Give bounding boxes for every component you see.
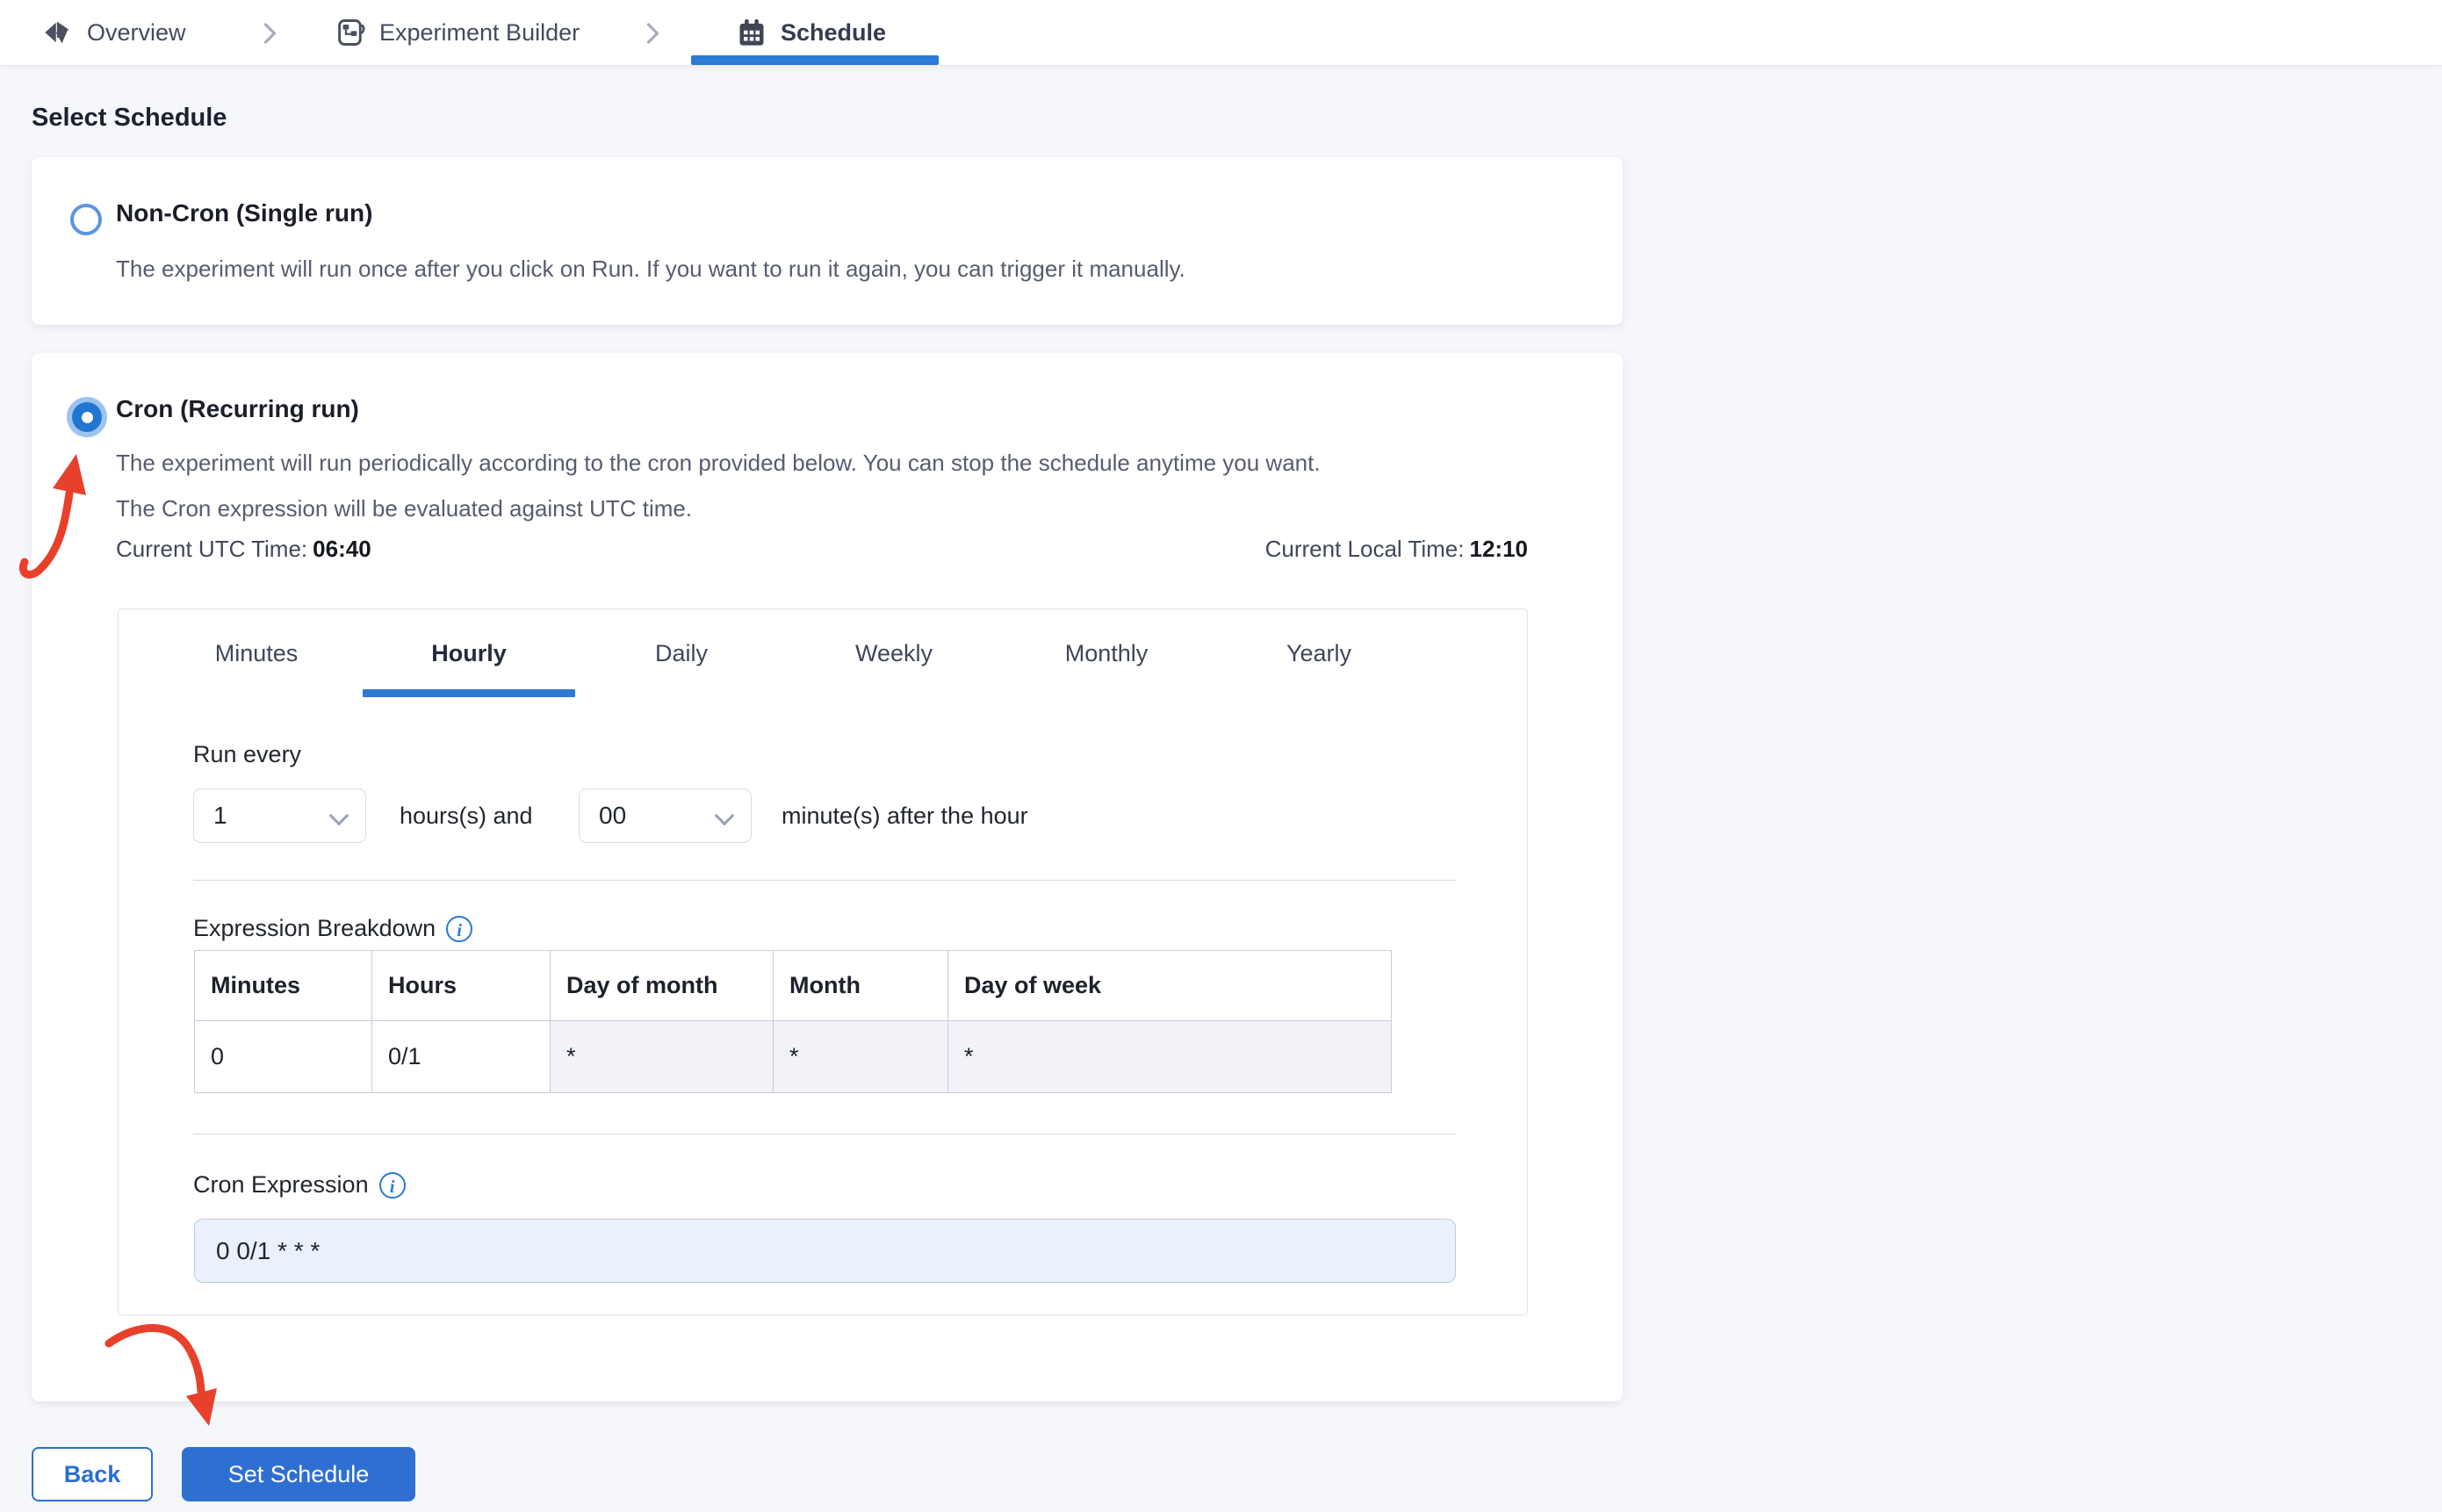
breakdown-day-of-month-value: * <box>550 1020 774 1093</box>
experiment-builder-icon <box>338 19 365 46</box>
expression-breakdown-table: Minutes Hours Day of month Month Day of … <box>194 950 1392 1093</box>
info-icon[interactable]: i <box>446 915 473 942</box>
table-header-row: Minutes Hours Day of month Month Day of … <box>194 950 1392 1021</box>
current-utc-time: Current UTC Time: 06:40 <box>116 536 371 562</box>
cron-scheduler-panel: Minutes Hourly Daily Weekly Monthly Year… <box>118 608 1528 1315</box>
tab-yearly[interactable]: Yearly <box>1213 609 1425 697</box>
column-header: Minutes <box>194 950 372 1021</box>
tab-daily[interactable]: Daily <box>575 609 788 697</box>
chevron-right-icon <box>646 23 659 44</box>
breakdown-month-value: * <box>773 1020 948 1093</box>
set-schedule-button[interactable]: Set Schedule <box>182 1447 415 1501</box>
expression-breakdown-label: Expression Breakdown i <box>193 915 473 942</box>
active-tab-underline <box>691 55 939 65</box>
time-row: Current UTC Time: 06:40 Current Local Tim… <box>116 536 1528 567</box>
hours-suffix-label: hours(s) and <box>400 803 533 829</box>
tab-monthly[interactable]: Monthly <box>1000 609 1213 697</box>
cron-description-2: The Cron expression will be evaluated ag… <box>116 495 693 522</box>
minutes-suffix-label: minute(s) after the hour <box>782 803 1028 829</box>
minutes-select-value: 00 <box>599 802 627 829</box>
section-divider <box>193 880 1456 881</box>
back-button[interactable]: Back <box>32 1447 153 1501</box>
table-row: 0 0/1 * * * <box>194 1020 1392 1093</box>
breadcrumb-overview-label: Overview <box>87 18 186 46</box>
column-header: Hours <box>371 950 551 1021</box>
tab-weekly[interactable]: Weekly <box>788 609 1000 697</box>
non-cron-description: The experiment will run once after you c… <box>116 256 1185 282</box>
schedule-page: Overview Experiment Builder Schedule Sel… <box>0 0 2442 1512</box>
tab-schedule-label: Schedule <box>781 18 887 46</box>
breakdown-day-of-week-value: * <box>947 1020 1392 1093</box>
cron-description-1: The experiment will run periodically acc… <box>116 450 1321 476</box>
cron-expression-label: Cron Expression i <box>193 1171 406 1199</box>
breadcrumb-overview[interactable]: Overview <box>42 0 186 65</box>
column-header: Day of week <box>947 950 1392 1021</box>
hours-select[interactable]: 1 <box>193 788 366 843</box>
utc-time-value: 06:40 <box>313 536 371 562</box>
column-header: Month <box>773 950 948 1021</box>
non-cron-radio[interactable] <box>70 204 102 235</box>
chevron-right-icon <box>263 23 277 44</box>
overview-icon <box>45 21 69 44</box>
cron-frequency-tabs: Minutes Hourly Daily Weekly Monthly Year… <box>150 609 1425 697</box>
non-cron-option-card: Non-Cron (Single run) The experiment wil… <box>32 157 1623 325</box>
cron-title: Cron (Recurring run) <box>116 395 359 422</box>
cron-radio[interactable] <box>67 397 107 437</box>
local-time-value: 12:10 <box>1469 536 1529 562</box>
breakdown-minutes-value: 0 <box>194 1020 372 1093</box>
hours-select-value: 1 <box>213 802 227 829</box>
non-cron-title: Non-Cron (Single run) <box>116 199 373 227</box>
run-every-label: Run every <box>193 741 302 767</box>
calendar-icon <box>739 18 764 46</box>
page-title: Select Schedule <box>32 104 227 132</box>
breakdown-hours-value: 0/1 <box>371 1020 551 1093</box>
chevron-down-icon <box>714 805 735 826</box>
chevron-down-icon <box>328 805 349 826</box>
tab-minutes[interactable]: Minutes <box>150 609 363 697</box>
column-header: Day of month <box>550 950 774 1021</box>
tab-hourly[interactable]: Hourly <box>363 609 575 697</box>
minutes-select[interactable]: 00 <box>579 788 752 843</box>
cron-option-card: Cron (Recurring run) The experiment will… <box>32 353 1623 1401</box>
info-icon[interactable]: i <box>378 1171 406 1199</box>
current-local-time: Current Local Time: 12:10 <box>1264 536 1529 562</box>
top-bar: Overview Experiment Builder Schedule <box>0 0 2442 66</box>
breadcrumb-experiment-builder[interactable]: Experiment Builder <box>335 0 580 65</box>
cron-expression-input[interactable] <box>194 1219 1456 1283</box>
breadcrumb-experiment-builder-label: Experiment Builder <box>379 18 580 46</box>
